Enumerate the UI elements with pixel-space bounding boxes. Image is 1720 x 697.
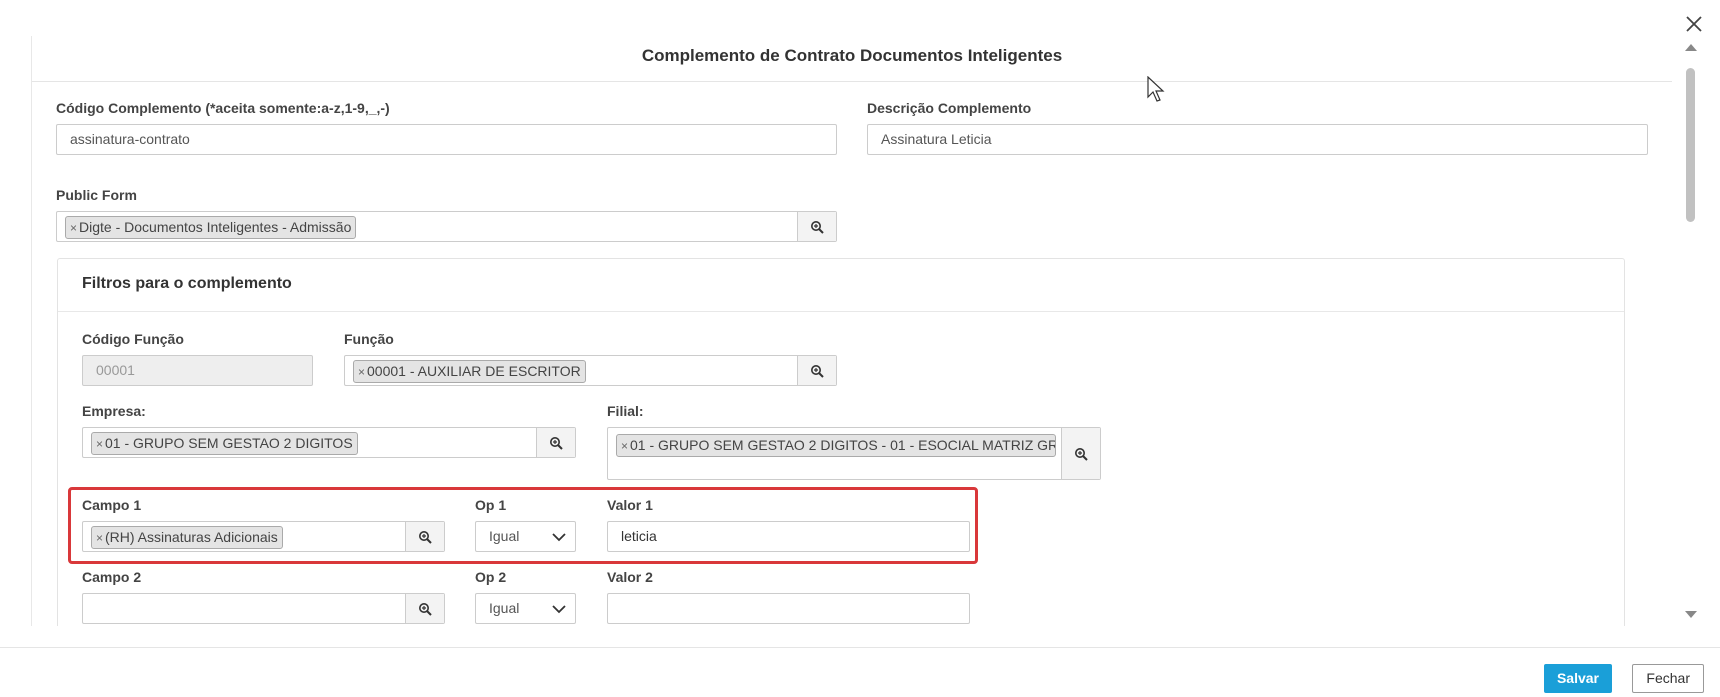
op2-label: Op 2 (475, 569, 507, 585)
mouse-cursor-icon (1147, 75, 1167, 109)
valor2-label: Valor 2 (607, 569, 653, 585)
empresa-select[interactable]: × 01 - GRUPO SEM GESTAO 2 DIGITOS (82, 427, 576, 458)
filters-panel: Filtros para o complemento Código Função… (57, 258, 1625, 626)
remove-tag-icon[interactable]: × (621, 439, 628, 453)
remove-tag-icon[interactable]: × (96, 437, 103, 451)
zoom-in-icon[interactable] (405, 594, 444, 623)
public-form-label: Public Form (56, 187, 137, 203)
remove-tag-icon[interactable]: × (70, 221, 77, 235)
save-button[interactable]: Salvar (1543, 664, 1612, 693)
codigo-label: Código Complemento (*aceita somente:a-z,… (56, 100, 390, 116)
zoom-in-icon[interactable] (797, 212, 836, 241)
codigo-input[interactable]: assinatura-contrato (56, 124, 837, 155)
close-icon[interactable] (1682, 12, 1706, 36)
scroll-down-icon[interactable] (1685, 611, 1697, 618)
zoom-in-icon[interactable] (1061, 428, 1100, 479)
funcao-select[interactable]: × 00001 - AUXILIAR DE ESCRITOR (344, 355, 837, 386)
empresa-tag-text: 01 - GRUPO SEM GESTAO 2 DIGITOS (105, 435, 353, 451)
descricao-label: Descrição Complemento (867, 100, 1032, 116)
op2-value: Igual (489, 600, 520, 616)
public-form-tag: × Digte - Documentos Inteligentes - Admis… (65, 216, 357, 239)
filial-tag-text: 01 - GRUPO SEM GESTAO 2 DIGITOS - 01 - E… (630, 437, 1056, 453)
public-form-tag-text: Digte - Documentos Inteligentes - Admiss… (79, 219, 352, 235)
zoom-in-icon[interactable] (797, 356, 836, 385)
codigo-funcao-label: Código Função (82, 331, 184, 347)
campo2-label: Campo 2 (82, 569, 142, 585)
empresa-tag: × 01 - GRUPO SEM GESTAO 2 DIGITOS (91, 432, 358, 455)
scroll-up-icon[interactable] (1685, 44, 1697, 51)
filters-title: Filtros para o complemento (82, 275, 292, 292)
descricao-input[interactable]: Assinatura Leticia (867, 124, 1648, 155)
modal-footer: Salvar Fechar (0, 647, 1720, 697)
filial-label: Filial: (607, 403, 644, 419)
remove-tag-icon[interactable]: × (358, 365, 365, 379)
funcao-tag-text: 00001 - AUXILIAR DE ESCRITOR (367, 363, 581, 379)
filial-tag: × 01 - GRUPO SEM GESTAO 2 DIGITOS - 01 - … (616, 434, 1056, 457)
modal-title: Complemento de Contrato Documentos Intel… (641, 46, 1063, 65)
empresa-label: Empresa: (82, 403, 146, 419)
codigo-funcao-input: 00001 (82, 355, 313, 386)
title-divider (32, 81, 1672, 82)
funcao-label: Função (344, 331, 394, 347)
vertical-scrollbar[interactable] (1682, 40, 1700, 620)
campo2-select[interactable] (82, 593, 445, 624)
op2-select[interactable]: Igual (475, 593, 576, 624)
filters-divider (58, 311, 1624, 312)
funcao-tag: × 00001 - AUXILIAR DE ESCRITOR (353, 360, 586, 383)
chevron-down-icon (552, 605, 566, 614)
scrollbar-thumb[interactable] (1686, 68, 1695, 222)
public-form-select[interactable]: × Digte - Documentos Inteligentes - Admis… (56, 211, 837, 242)
highlight-box (68, 487, 978, 564)
close-button[interactable]: Fechar (1632, 664, 1704, 693)
zoom-in-icon[interactable] (536, 428, 575, 457)
filial-select[interactable]: × 01 - GRUPO SEM GESTAO 2 DIGITOS - 01 - … (607, 427, 1101, 480)
valor2-input[interactable] (607, 593, 970, 624)
